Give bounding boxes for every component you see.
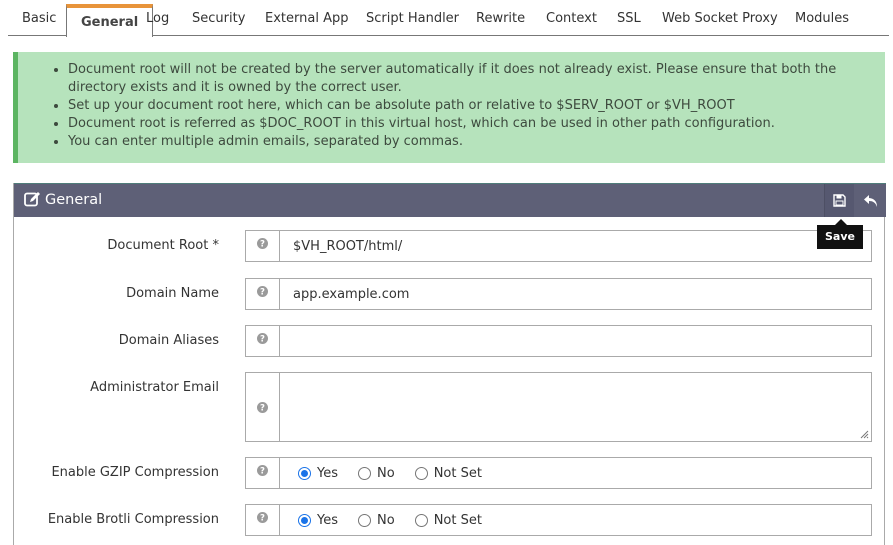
tab-security[interactable]: Security	[178, 4, 259, 36]
floppy-disk-icon	[833, 194, 846, 207]
svg-text:?: ?	[260, 403, 265, 412]
document-root-help[interactable]: ?	[246, 231, 280, 261]
tab-basic[interactable]: Basic	[8, 4, 70, 36]
document-root-label: Document Root *	[107, 238, 219, 253]
radio-checked[interactable]	[298, 466, 311, 480]
alert-item: You can enter multiple admin emails, sep…	[68, 133, 865, 151]
domain-name-input[interactable]	[280, 279, 871, 309]
tab-external-app[interactable]: External App	[251, 4, 362, 36]
admin-email-textarea[interactable]	[280, 373, 871, 441]
tab-log[interactable]: Log	[132, 4, 183, 36]
radio-label: Yes	[317, 512, 338, 528]
domain-aliases-row: Domain Aliases ?	[14, 325, 886, 357]
gzip-yes-radio[interactable]: Yes	[298, 466, 338, 481]
svg-text:?: ?	[260, 240, 265, 249]
resize-grip-icon[interactable]	[860, 430, 869, 439]
domain-aliases-label: Domain Aliases	[118, 333, 219, 348]
document-root-input[interactable]	[280, 231, 871, 261]
gzip-field: ? Yes No Not Set	[245, 457, 872, 489]
panel-header: General	[14, 183, 886, 217]
svg-text:?: ?	[260, 288, 265, 297]
radio-label: Yes	[317, 465, 338, 481]
undo-arrow-icon	[864, 194, 877, 207]
tab-bar: Basic General Log Security External App …	[8, 4, 889, 37]
tab-web-socket-proxy[interactable]: Web Socket Proxy	[648, 4, 792, 36]
question-circle-icon: ?	[257, 238, 268, 249]
question-circle-icon: ?	[257, 512, 268, 523]
gzip-help[interactable]: ?	[246, 458, 280, 488]
radio-unchecked[interactable]	[358, 466, 371, 480]
question-circle-icon: ?	[257, 465, 268, 476]
panel-title: General	[24, 184, 102, 217]
gzip-row: Enable GZIP Compression ? Yes No Not Set	[14, 457, 886, 489]
admin-email-help[interactable]: ?	[246, 373, 280, 441]
alert-item: Set up your document root here, which ca…	[68, 97, 865, 115]
document-root-field: ?	[245, 230, 872, 262]
brotli-row: Enable Brotli Compression ? Yes No Not S…	[14, 504, 886, 536]
save-tooltip: Save	[817, 219, 863, 249]
edit-icon	[24, 192, 40, 207]
domain-aliases-help[interactable]: ?	[246, 326, 280, 356]
radio-label: No	[377, 465, 395, 481]
tab-ssl[interactable]: SSL	[603, 4, 655, 36]
tab-modules[interactable]: Modules	[781, 4, 863, 36]
panel-title-text: General	[45, 192, 103, 208]
gzip-label: Enable GZIP Compression	[51, 465, 219, 480]
question-circle-icon: ?	[257, 286, 268, 297]
tab-context[interactable]: Context	[532, 4, 611, 36]
brotli-yes-radio[interactable]: Yes	[298, 513, 338, 528]
tab-rewrite[interactable]: Rewrite	[462, 4, 539, 36]
domain-aliases-input[interactable]	[280, 326, 871, 356]
brotli-help[interactable]: ?	[246, 505, 280, 535]
general-panel: General Save Document Root * ? Domain Na…	[13, 183, 886, 545]
domain-name-field: ?	[245, 278, 872, 310]
admin-email-label: Administrator Email	[90, 380, 219, 395]
radio-unchecked[interactable]	[358, 513, 371, 527]
brotli-no-radio[interactable]: No	[358, 513, 395, 528]
svg-text:?: ?	[260, 467, 265, 476]
gzip-no-radio[interactable]: No	[358, 466, 395, 481]
admin-email-field: ?	[245, 372, 872, 442]
gzip-notset-radio[interactable]: Not Set	[414, 465, 482, 481]
document-root-row: Document Root * ?	[14, 230, 886, 262]
radio-label: No	[377, 512, 395, 528]
brotli-radio-group: Yes No Not Set	[280, 505, 871, 535]
domain-name-row: Domain Name ?	[14, 278, 886, 310]
question-circle-icon: ?	[257, 333, 268, 344]
undo-button[interactable]	[856, 184, 886, 217]
brotli-notset-radio[interactable]: Not Set	[414, 512, 482, 528]
radio-unchecked[interactable]	[414, 466, 428, 480]
radio-unchecked[interactable]	[414, 513, 428, 527]
radio-checked[interactable]	[298, 513, 311, 527]
svg-text:?: ?	[260, 514, 265, 523]
domain-name-label: Domain Name	[126, 286, 219, 301]
radio-label: Not Set	[433, 512, 482, 528]
gzip-radio-group: Yes No Not Set	[280, 458, 871, 488]
alert-item: Document root is referred as $DOC_ROOT i…	[68, 115, 865, 133]
domain-aliases-field: ?	[245, 325, 872, 357]
alert-item: Document root will not be created by the…	[68, 61, 865, 97]
svg-text:?: ?	[260, 335, 265, 344]
save-button[interactable]	[824, 184, 854, 217]
admin-email-row: Administrator Email ?	[14, 372, 886, 442]
info-alert: Document root will not be created by the…	[13, 52, 885, 163]
brotli-field: ? Yes No Not Set	[245, 504, 872, 536]
brotli-label: Enable Brotli Compression	[47, 512, 219, 527]
tab-script-handler[interactable]: Script Handler	[352, 4, 473, 36]
domain-name-help[interactable]: ?	[246, 279, 280, 309]
question-circle-icon: ?	[257, 401, 268, 413]
radio-label: Not Set	[433, 465, 482, 481]
alert-list: Document root will not be created by the…	[18, 52, 885, 151]
